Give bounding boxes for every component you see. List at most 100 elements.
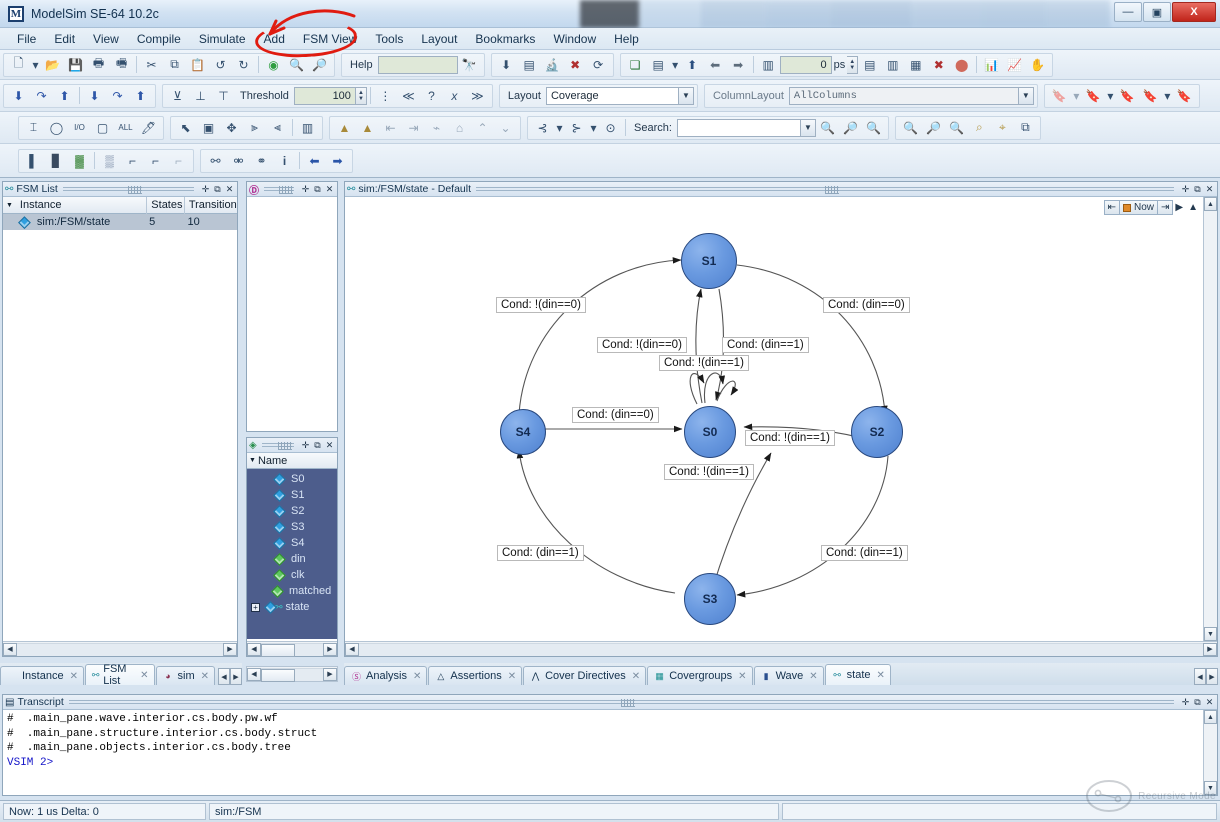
threshold-input[interactable]: 100: [294, 87, 356, 105]
step-next-icon[interactable]: ▶: [1172, 200, 1186, 215]
wave-icon[interactable]: 📊: [981, 55, 1002, 75]
scroll-track[interactable]: [261, 668, 323, 681]
pane-grip-handle[interactable]: [825, 186, 839, 194]
inout-icon[interactable]: I/O: [69, 118, 90, 138]
zoom-full-icon[interactable]: 🔍: [946, 118, 967, 138]
prev-transition-icon[interactable]: ⊰: [532, 118, 553, 138]
tab-covergroups[interactable]: ▦ Covergroups ✕: [647, 666, 752, 685]
expr-icon[interactable]: x: [444, 86, 465, 106]
dataflow-undock-icon[interactable]: ✛: [300, 184, 311, 195]
tab-close-icon[interactable]: ✕: [140, 670, 148, 681]
transition-label-s4-s0[interactable]: Cond: (din==0): [572, 407, 659, 423]
wave-delete-icon[interactable]: ▲: [357, 118, 378, 138]
objects-tab-scrollbar[interactable]: ◀ ▶: [246, 666, 338, 682]
transition-label-s1-s0[interactable]: Cond: (din==1): [722, 337, 809, 353]
dataflow-close-icon[interactable]: ✕: [324, 184, 335, 195]
scroll-left-button[interactable]: ◀: [3, 643, 17, 656]
break-icon[interactable]: ✖: [565, 55, 586, 75]
open-folder-icon[interactable]: 📂: [42, 55, 63, 75]
tab-close-icon[interactable]: ✕: [809, 671, 817, 682]
tab-close-icon[interactable]: ✕: [738, 671, 746, 682]
threshold-stepper[interactable]: ▲▼: [356, 87, 367, 105]
simulate-icon[interactable]: ▤: [519, 55, 540, 75]
menu-simulate[interactable]: Simulate: [190, 29, 255, 49]
next-edge-icon[interactable]: ⇥: [403, 118, 424, 138]
bar-single-icon[interactable]: ▌: [23, 151, 44, 171]
sort-caret-icon[interactable]: ▼: [3, 202, 16, 209]
scroll-down-button[interactable]: ▼: [1204, 627, 1217, 641]
objects-list[interactable]: S0 S1 S2 S3 S4 din: [247, 469, 337, 639]
menu-compile[interactable]: Compile: [128, 29, 190, 49]
state-node-s4[interactable]: S4: [500, 409, 546, 455]
new-doc-dropdown-caret-icon[interactable]: ▾: [31, 55, 40, 75]
stop-icon[interactable]: ⬤: [951, 55, 972, 75]
sort-caret-icon[interactable]: ▼: [249, 457, 256, 464]
step-back-icon[interactable]: ⬅: [705, 55, 726, 75]
step-up-icon[interactable]: ⬆: [682, 55, 703, 75]
pointer-icon[interactable]: ⬉: [175, 118, 196, 138]
next-state-icon[interactable]: ➡: [327, 151, 348, 171]
prev-state-icon[interactable]: ⬅: [304, 151, 325, 171]
memory-icon[interactable]: 📈: [1004, 55, 1025, 75]
state-node-s3[interactable]: S3: [684, 573, 736, 625]
minimize-button[interactable]: —: [1114, 2, 1142, 22]
wave-a-icon[interactable]: ⌁: [426, 118, 447, 138]
exclude-icon[interactable]: ⋮: [375, 86, 396, 106]
internal-icon[interactable]: ▢: [92, 118, 113, 138]
zoom-cursor-icon[interactable]: ⌖: [992, 118, 1013, 138]
list-item[interactable]: din: [247, 551, 337, 567]
tab-state[interactable]: ⚯ state ✕: [825, 664, 891, 685]
transcript-prompt[interactable]: VSIM 2>: [7, 756, 1199, 771]
bookmark-dropdown-caret-icon[interactable]: ▾: [671, 55, 680, 75]
scroll-up-button[interactable]: ▲: [1204, 710, 1217, 724]
fsm-diagram-undock-icon[interactable]: ✛: [1180, 184, 1191, 195]
menu-tools[interactable]: Tools: [366, 29, 412, 49]
tab-close-icon[interactable]: ✕: [632, 671, 640, 682]
fsm-hscrollbar[interactable]: ◀ ▶: [345, 641, 1217, 656]
column-states[interactable]: States: [147, 197, 185, 214]
tab-scroll-right-button[interactable]: ▶: [1206, 668, 1218, 685]
redo-icon[interactable]: ↻: [233, 55, 254, 75]
fsm-vscrollbar[interactable]: ▲ ▼: [1203, 197, 1217, 641]
save-icon[interactable]: 💾: [65, 55, 86, 75]
binoculars-icon[interactable]: 🔭: [459, 55, 480, 75]
scroll-left-button[interactable]: ◀: [247, 668, 261, 681]
zoom-out-icon[interactable]: 🔎: [923, 118, 944, 138]
bookmark-edit-caret-icon[interactable]: ▾: [1106, 86, 1115, 106]
next-transition-icon[interactable]: ⊱: [566, 118, 587, 138]
fsm-list-undock-icon[interactable]: ✛: [200, 184, 211, 195]
objects-close-icon[interactable]: ✕: [324, 440, 335, 451]
menu-layout[interactable]: Layout: [412, 29, 466, 49]
wave-d-icon[interactable]: ⌄: [495, 118, 516, 138]
run-icon[interactable]: ▤: [859, 55, 880, 75]
list-item[interactable]: S4: [247, 535, 337, 551]
pane-grip-handle[interactable]: [621, 699, 635, 707]
transcript-output[interactable]: # .main_pane.wave.interior.cs.body.pw.wf…: [3, 710, 1203, 795]
scroll-down-button[interactable]: ▼: [1204, 781, 1217, 795]
zoom-range-icon[interactable]: ⌕: [969, 118, 990, 138]
find-next-icon[interactable]: 🔎: [309, 55, 330, 75]
scroll-right-button[interactable]: ▶: [323, 643, 337, 656]
fsm-diagram-canvas[interactable]: S1 S4 S0 S2 S3 Cond: !(din==0) Cond: (di…: [345, 197, 1203, 641]
objects-hscrollbar[interactable]: ◀ ▶: [247, 641, 337, 656]
new-doc-icon[interactable]: 🗋: [8, 55, 29, 75]
fsm-list-maximize-icon[interactable]: ⧉: [212, 184, 223, 195]
unknown-icon[interactable]: ?: [421, 86, 442, 106]
layout-select[interactable]: Coverage: [546, 87, 679, 105]
transition-label-s0-s0[interactable]: Cond: !(din==1): [659, 355, 749, 371]
tab-close-icon[interactable]: ✕: [508, 671, 516, 682]
bookmark-save-caret-icon[interactable]: ▾: [1163, 86, 1172, 106]
scroll-up-button[interactable]: ▲: [1204, 197, 1217, 211]
transition-label-s2-s0[interactable]: Cond: !(din==1): [745, 430, 835, 446]
search-input[interactable]: [677, 119, 801, 137]
scroll-right-button[interactable]: ▶: [323, 668, 337, 681]
wave-insert-icon[interactable]: ▲: [334, 118, 355, 138]
column-instance[interactable]: Instance: [16, 197, 147, 214]
menu-window[interactable]: Window: [544, 29, 605, 49]
goto-start-icon[interactable]: ⇤: [1104, 200, 1120, 215]
prev-transition-caret-icon[interactable]: ▾: [555, 118, 564, 138]
search-chevron-down-icon[interactable]: ▼: [801, 119, 816, 137]
expand-icon[interactable]: ⫸: [244, 118, 265, 138]
pane-grip-handle[interactable]: [278, 442, 292, 450]
menu-help[interactable]: Help: [605, 29, 648, 49]
